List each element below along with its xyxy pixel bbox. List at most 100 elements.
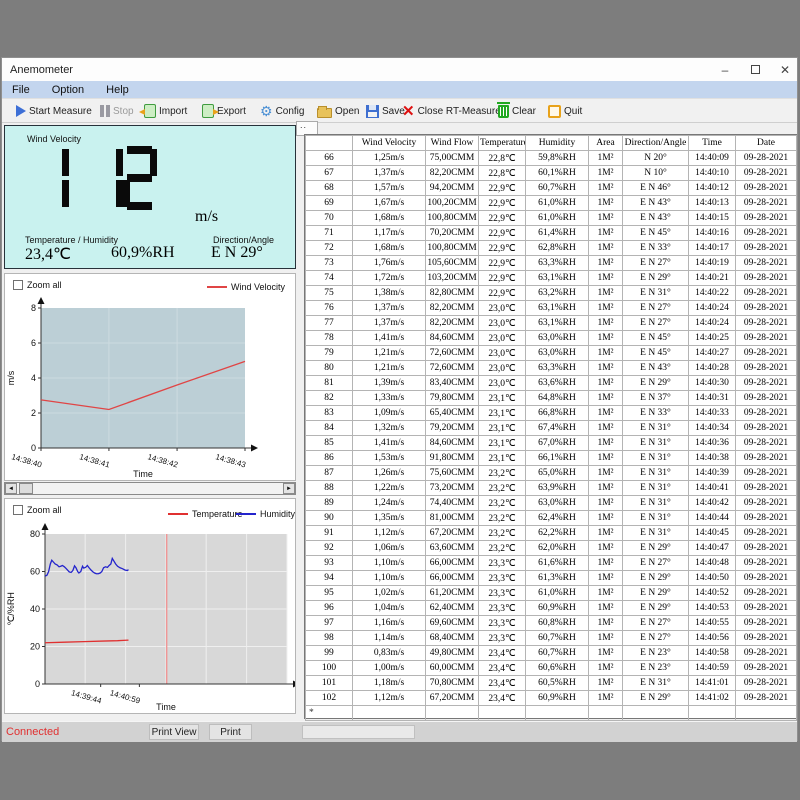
table-row[interactable]: 801,21m/s72,60CMM23,0℃63,3%RH1M²E N 43°1…: [306, 361, 797, 376]
table-row[interactable]: 681,57m/s94,20CMM22,9℃60,7%RH1M²E N 46°1…: [306, 181, 797, 196]
column-header[interactable]: [306, 136, 353, 151]
cell: 60,7%RH: [526, 631, 589, 646]
table-row[interactable]: 841,32m/s79,20CMM23,1℃67,4%RH1M²E N 31°1…: [306, 421, 797, 436]
cell: 60,6%RH: [526, 661, 589, 676]
chart1-hscrollbar[interactable]: ◄ ►: [4, 482, 296, 495]
table-row[interactable]: 701,68m/s100,80CMM22,9℃61,0%RH1M²E N 43°…: [306, 211, 797, 226]
column-header[interactable]: Time: [689, 136, 736, 151]
cell: 62,4%RH: [526, 511, 589, 526]
table-row[interactable]: 901,35m/s81,00CMM23,2℃62,4%RH1M²E N 31°1…: [306, 511, 797, 526]
table-row[interactable]: 1011,18m/s70,80CMM23,4℃60,5%RH1M²E N 31°…: [306, 676, 797, 691]
table-row[interactable]: 941,10m/s66,00CMM23,3℃61,3%RH1M²E N 29°1…: [306, 571, 797, 586]
close-rt-measure-button[interactable]: ✕ Close RT-Measure: [402, 101, 501, 121]
table-row[interactable]: 921,06m/s63,60CMM23,2℃62,0%RH1M²E N 29°1…: [306, 541, 797, 556]
import-button[interactable]: Import: [144, 101, 187, 121]
cell: 70: [306, 211, 353, 226]
table-row[interactable]: 951,02m/s61,20CMM23,3℃61,0%RH1M²E N 29°1…: [306, 586, 797, 601]
table-row[interactable]: 871,26m/s75,60CMM23,2℃65,0%RH1M²E N 31°1…: [306, 466, 797, 481]
column-header[interactable]: Temperature: [479, 136, 526, 151]
zoom-all-label: Zoom all: [27, 280, 62, 290]
export-button[interactable]: Export: [202, 101, 246, 121]
close-rt-measure-label: Close RT-Measure: [418, 106, 501, 117]
table-row[interactable]: 811,39m/s83,40CMM23,0℃63,6%RH1M²E N 29°1…: [306, 376, 797, 391]
menu-file[interactable]: File: [12, 84, 30, 96]
clear-button[interactable]: Clear: [498, 101, 536, 121]
table-row[interactable]: 831,09m/s65,40CMM23,1℃66,8%RH1M²E N 33°1…: [306, 406, 797, 421]
scroll-right-arrow-icon[interactable]: ►: [283, 483, 295, 494]
table-row[interactable]: 881,22m/s73,20CMM23,2℃63,9%RH1M²E N 31°1…: [306, 481, 797, 496]
cell: 1M²: [589, 391, 623, 406]
table-row[interactable]: 781,41m/s84,60CMM23,0℃63,0%RH1M²E N 45°1…: [306, 331, 797, 346]
quit-button[interactable]: Quit: [548, 101, 582, 121]
wind-velocity-legend: Wind Velocity: [207, 282, 285, 292]
scrollbar-thumb[interactable]: [19, 483, 33, 494]
maximize-icon: [751, 65, 760, 74]
close-button[interactable]: ✕: [779, 64, 791, 76]
table-row[interactable]: 981,14m/s68,40CMM23,3℃60,7%RH1M²E N 27°1…: [306, 631, 797, 646]
column-header[interactable]: Direction/Angle: [623, 136, 689, 151]
table-row[interactable]: 851,41m/s84,60CMM23,1℃67,0%RH1M²E N 31°1…: [306, 436, 797, 451]
table-row[interactable]: 961,04m/s62,40CMM23,3℃60,9%RH1M²E N 29°1…: [306, 601, 797, 616]
table-row[interactable]: 821,33m/s79,80CMM23,1℃64,8%RH1M²E N 37°1…: [306, 391, 797, 406]
table-row[interactable]: 761,37m/s82,20CMM23,0℃63,1%RH1M²E N 27°1…: [306, 301, 797, 316]
menu-help[interactable]: Help: [106, 84, 129, 96]
table-row[interactable]: 731,76m/s105,60CMM22,9℃63,3%RH1M²E N 27°…: [306, 256, 797, 271]
cell: 1,57m/s: [353, 181, 426, 196]
start-measure-button[interactable]: Start Measure: [16, 101, 92, 121]
table-row[interactable]: 661,25m/s75,00CMM22,8℃59,8%RH1M²N 20°14:…: [306, 151, 797, 166]
minimize-button[interactable]: –: [719, 64, 731, 76]
column-header[interactable]: Humidity: [526, 136, 589, 151]
save-button[interactable]: Save: [366, 101, 405, 121]
table-row[interactable]: 911,12m/s67,20CMM23,2℃62,2%RH1M²E N 31°1…: [306, 526, 797, 541]
table-row[interactable]: 691,67m/s100,20CMM22,9℃61,0%RH1M²E N 43°…: [306, 196, 797, 211]
open-label: Open: [335, 106, 359, 117]
column-header[interactable]: Wind Flow: [426, 136, 479, 151]
zoom-all-checkbox-1[interactable]: Zoom all: [13, 280, 62, 290]
table-row[interactable]: 990,83m/s49,80CMM23,4℃60,7%RH1M²E N 23°1…: [306, 646, 797, 661]
print-button[interactable]: Print: [209, 724, 252, 740]
cell: 64,8%RH: [526, 391, 589, 406]
config-button[interactable]: ⚙ Config: [260, 101, 304, 121]
cell: 1M²: [589, 301, 623, 316]
table-row[interactable]: 791,21m/s72,60CMM23,0℃63,0%RH1M²E N 45°1…: [306, 346, 797, 361]
cell: 23,0℃: [479, 331, 526, 346]
table-row[interactable]: 931,10m/s66,00CMM23,3℃61,6%RH1M²E N 27°1…: [306, 556, 797, 571]
stop-button[interactable]: Stop: [100, 101, 134, 121]
table-row[interactable]: 671,37m/s82,20CMM22,8℃60,1%RH1M²N 10°14:…: [306, 166, 797, 181]
table-row[interactable]: 721,68m/s100,80CMM22,9℃62,8%RH1M²E N 33°…: [306, 241, 797, 256]
zoom-all-checkbox-2[interactable]: Zoom all: [13, 505, 62, 515]
table-row[interactable]: 1001,00m/s60,00CMM23,4℃60,6%RH1M²E N 23°…: [306, 661, 797, 676]
cell: 1M²: [589, 181, 623, 196]
print-view-button[interactable]: Print View: [149, 724, 199, 740]
table-row[interactable]: 751,38m/s82,80CMM22,9℃63,2%RH1M²E N 31°1…: [306, 286, 797, 301]
column-header[interactable]: Wind Velocity: [353, 136, 426, 151]
column-header[interactable]: Date: [736, 136, 797, 151]
column-header[interactable]: Area: [589, 136, 623, 151]
cell: [426, 706, 479, 721]
cell: E N 31°: [623, 421, 689, 436]
table-row[interactable]: 741,72m/s103,20CMM22,9℃63,1%RH1M²E N 29°…: [306, 271, 797, 286]
menu-option[interactable]: Option: [52, 84, 84, 96]
scroll-left-arrow-icon[interactable]: ◄: [5, 483, 17, 494]
table-row[interactable]: 1021,12m/s67,20CMM23,4℃60,9%RH1M²E N 29°…: [306, 691, 797, 706]
table-row[interactable]: 711,17m/s70,20CMM22,9℃61,4%RH1M²E N 45°1…: [306, 226, 797, 241]
table-row[interactable]: 861,53m/s91,80CMM23,1℃66,1%RH1M²E N 31°1…: [306, 451, 797, 466]
cell: 74: [306, 271, 353, 286]
cell: 09-28-2021: [736, 166, 797, 181]
table-row[interactable]: 771,37m/s82,20CMM23,0℃63,1%RH1M²E N 27°1…: [306, 316, 797, 331]
cell: 14:40:38: [689, 451, 736, 466]
cell: 14:40:24: [689, 301, 736, 316]
open-button[interactable]: Open: [317, 101, 359, 121]
table-row[interactable]: 971,16m/s69,60CMM23,3℃60,8%RH1M²E N 27°1…: [306, 616, 797, 631]
cell: 1,67m/s: [353, 196, 426, 211]
legend-line-icon: [207, 286, 227, 288]
new-row[interactable]: *: [306, 706, 797, 721]
cell: 100,80CMM: [426, 211, 479, 226]
cell: 67,0%RH: [526, 436, 589, 451]
cell: 86: [306, 451, 353, 466]
cell: 90: [306, 511, 353, 526]
cell: 23,0℃: [479, 316, 526, 331]
maximize-button[interactable]: [749, 64, 761, 76]
cell: 60,00CMM: [426, 661, 479, 676]
table-row[interactable]: 891,24m/s74,40CMM23,2℃63,0%RH1M²E N 31°1…: [306, 496, 797, 511]
